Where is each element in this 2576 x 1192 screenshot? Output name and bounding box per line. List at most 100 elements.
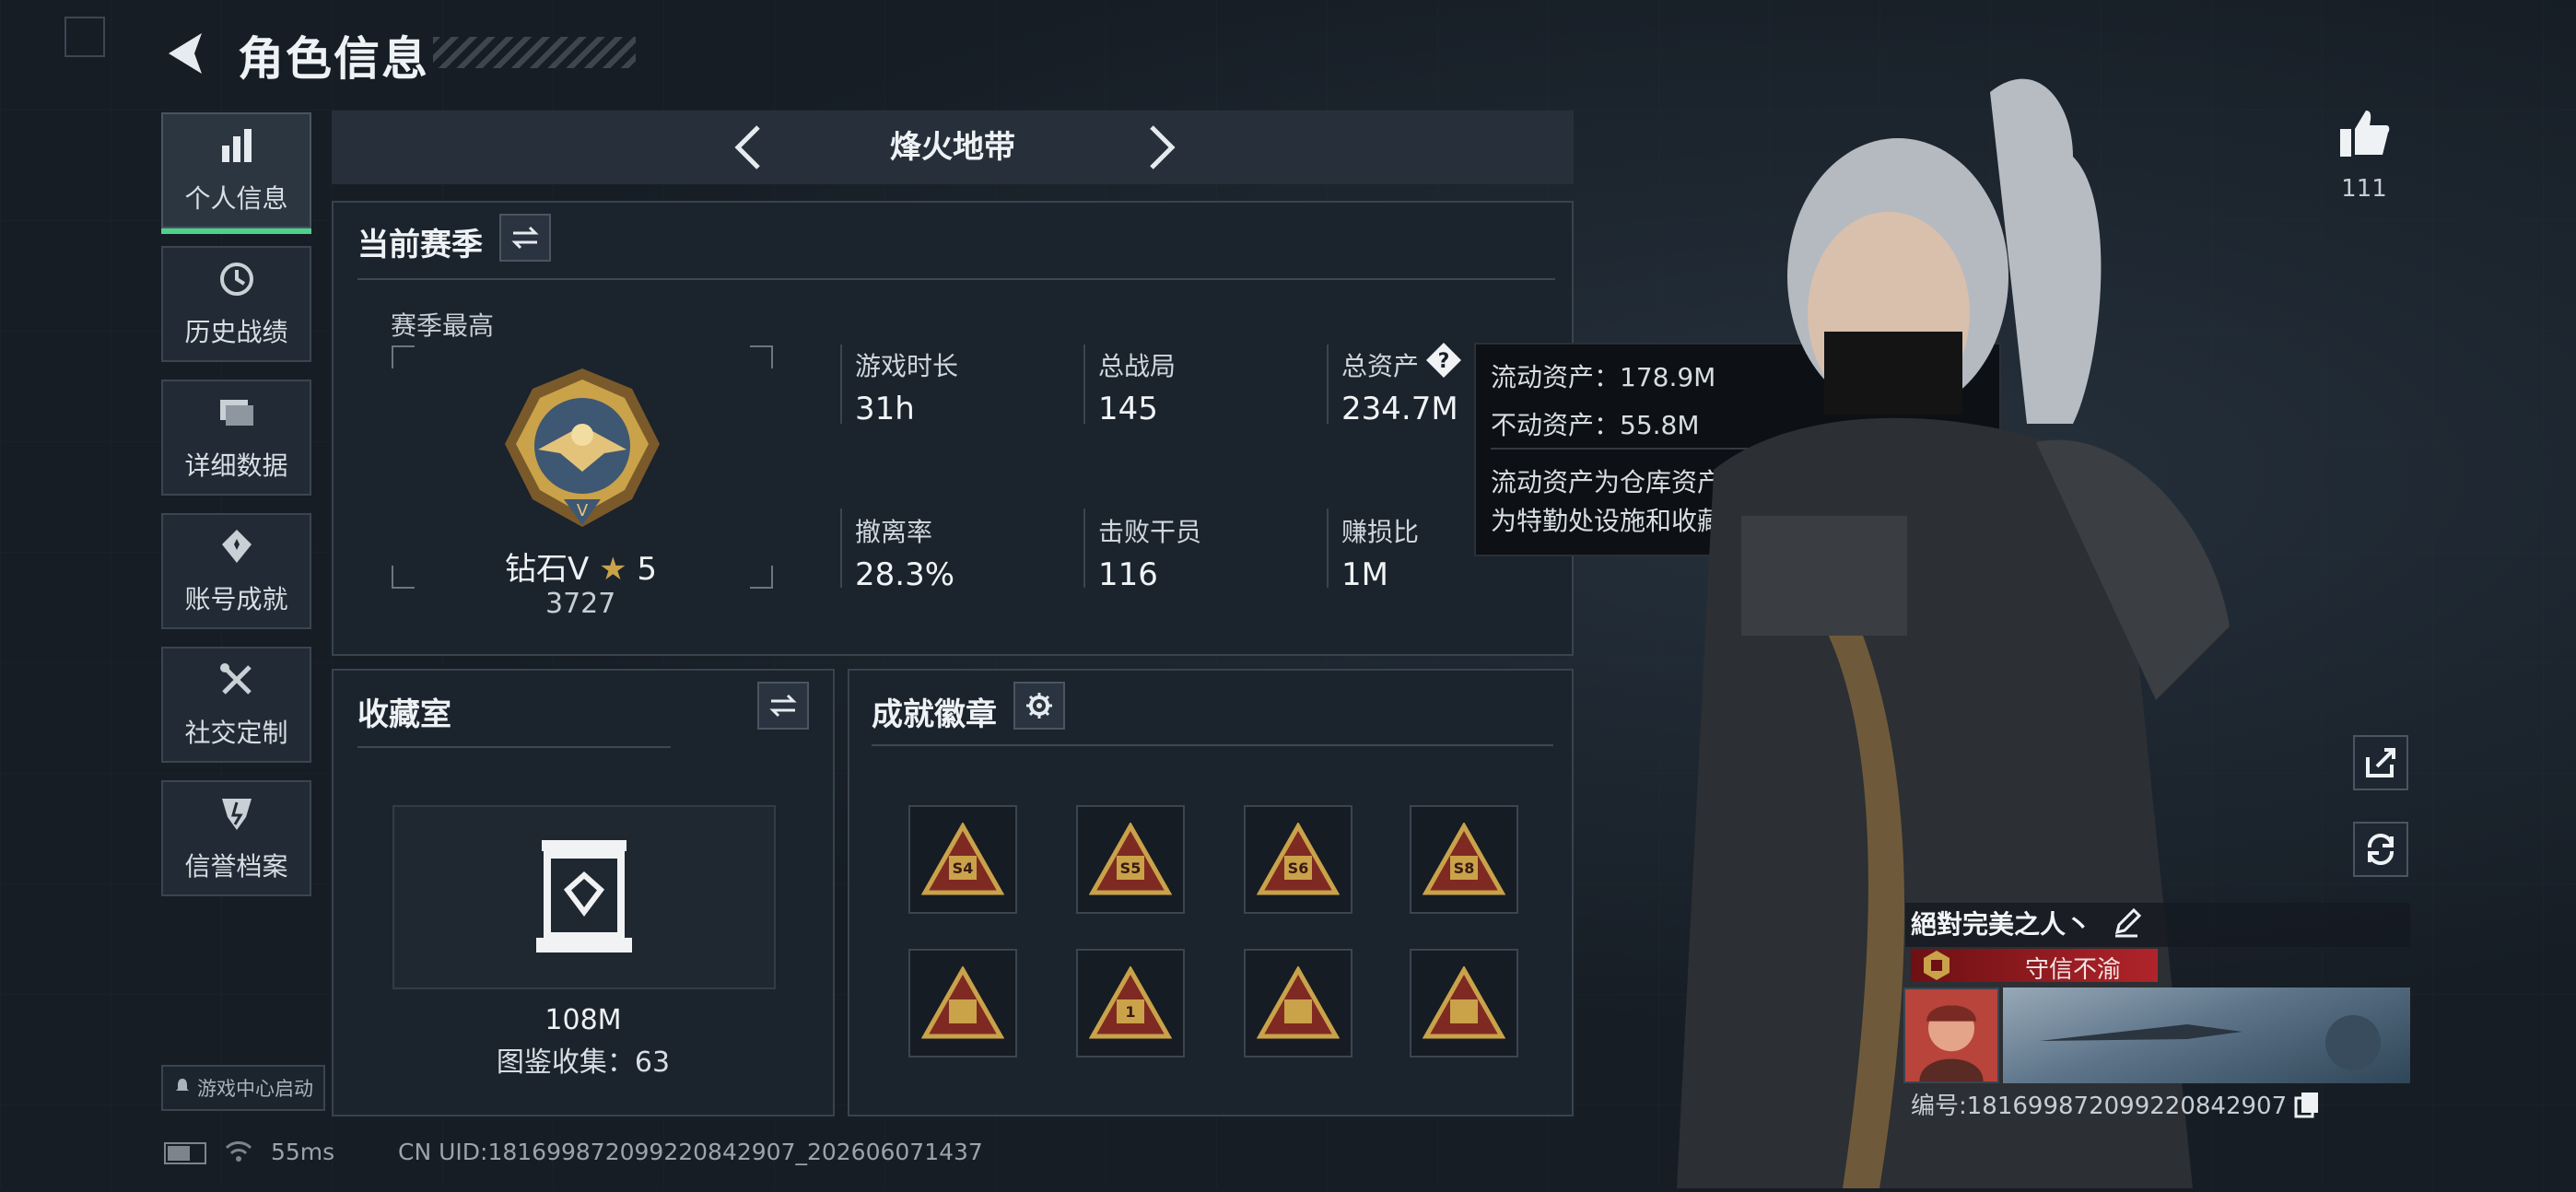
- player-id: 编号:1816998720992208​42907: [1911, 1093, 2288, 1120]
- avatar[interactable]: [1903, 987, 1999, 1083]
- achievement-badge[interactable]: S6: [1244, 805, 1352, 914]
- ping-text: 55ms: [271, 1139, 335, 1165]
- wifi-icon: [225, 1139, 252, 1164]
- divider: [357, 278, 1555, 280]
- rank-medal-icon: V: [494, 361, 671, 538]
- divider: [357, 746, 671, 748]
- sidebar-item-social[interactable]: 社交定制: [161, 647, 311, 763]
- stat-value-profit-ratio: 1M: [1341, 556, 1388, 593]
- swap-icon: [511, 226, 539, 250]
- display-case-icon: [533, 836, 636, 956]
- like-icon[interactable]: [2336, 105, 2392, 160]
- collection-preview[interactable]: [392, 805, 776, 989]
- like-count: 111: [2341, 175, 2387, 203]
- stat-value-playtime: 31h: [855, 391, 915, 427]
- sidebar-item-label: 个人信息: [184, 183, 288, 214]
- collection-value: 108M: [544, 1004, 622, 1036]
- launch-label: 游戏中心启动: [197, 1078, 313, 1100]
- stat-label-kills: 击败干员: [1098, 517, 1202, 547]
- refresh-icon: [2367, 834, 2395, 865]
- stat-label-profit-ratio: 赚损比: [1341, 517, 1420, 547]
- game-center-launch-button[interactable]: 游戏中心启动: [161, 1065, 325, 1111]
- sidebar-item-label: 信誉档案: [184, 851, 288, 882]
- divider: [1083, 345, 1085, 424]
- collection-switch-button[interactable]: [757, 682, 809, 730]
- title-decoration: [433, 37, 636, 68]
- sidebar-item-label: 社交定制: [184, 718, 288, 748]
- achievement-icon: [217, 526, 257, 570]
- edit-icon[interactable]: [2110, 906, 2143, 940]
- collection-count: 图鉴收集：63: [496, 1046, 671, 1079]
- swap-icon: [769, 694, 797, 718]
- chevron-right-icon[interactable]: [1131, 120, 1187, 175]
- stat-label-matches: 总战局: [1098, 351, 1177, 381]
- divider: [840, 345, 842, 424]
- sidebar-item-achievements[interactable]: 账号成就: [161, 513, 311, 629]
- achievement-badge[interactable]: S8: [1410, 805, 1518, 914]
- stat-label-assets: 总资产: [1341, 351, 1420, 381]
- sidebar-item-label: 详细数据: [184, 450, 288, 481]
- bell-icon: [173, 1077, 192, 1100]
- badge-triangle-icon: [921, 966, 1004, 1039]
- achievement-badge[interactable]: S4: [908, 805, 1017, 914]
- chevron-left-icon[interactable]: [723, 120, 779, 175]
- stat-value-assets: 234.7M: [1341, 391, 1458, 427]
- page-title: 角色信息: [238, 32, 429, 86]
- stat-label-playtime: 游戏时长: [855, 351, 959, 381]
- tools-icon: [217, 660, 257, 704]
- achievement-badge[interactable]: [1410, 949, 1518, 1058]
- divider: [872, 744, 1553, 746]
- svg-text:V: V: [577, 501, 589, 520]
- badge-label: S6: [1287, 859, 1309, 877]
- sidebar-item-details[interactable]: 详细数据: [161, 380, 311, 496]
- divider: [840, 508, 842, 588]
- divider: [1327, 508, 1329, 588]
- divider: [1327, 345, 1329, 424]
- title-medal-icon: [1918, 949, 1955, 982]
- badge-triangle-icon: [1257, 966, 1340, 1039]
- help-icon[interactable]: ?: [1424, 341, 1463, 380]
- sidebar-item-reputation[interactable]: 信誉档案: [161, 780, 311, 896]
- rank-stars: 5: [637, 551, 658, 588]
- sidebar-item-label: 历史战绩: [184, 317, 288, 347]
- badge-label: S8: [1453, 859, 1475, 877]
- collection-title: 收藏室: [357, 696, 451, 733]
- achievement-badge[interactable]: [908, 949, 1017, 1058]
- sidebar-item-profile[interactable]: 个人信息: [161, 112, 311, 234]
- corner-decoration: [64, 17, 105, 57]
- share-button[interactable]: [2353, 735, 2408, 790]
- title-badge-text: 守信不渝: [2025, 956, 2122, 984]
- mode-title: 烽火地带: [890, 129, 1015, 166]
- rank-name: 钻石V ★ 5: [505, 543, 657, 589]
- player-name: 絕對完美之人丶: [1911, 909, 2092, 940]
- achievement-badge[interactable]: 1: [1076, 949, 1185, 1058]
- shield-icon: [217, 793, 257, 837]
- folder-icon: [217, 392, 257, 437]
- refresh-button[interactable]: [2353, 822, 2408, 877]
- stat-value-extract-rate: 28.3%: [855, 556, 955, 593]
- gear-icon: [1026, 693, 1052, 719]
- divider: [1083, 508, 1085, 588]
- sidebar-item-label: 账号成就: [184, 584, 288, 614]
- achievement-badge[interactable]: [1244, 949, 1352, 1058]
- achievements-settings-button[interactable]: [1013, 682, 1065, 730]
- badge-label: 1: [1125, 1002, 1136, 1021]
- star-icon: ★: [599, 551, 627, 588]
- rank-name-text: 钻石V: [505, 551, 590, 588]
- season-switch-button[interactable]: [499, 214, 551, 262]
- back-arrow-icon[interactable]: [161, 28, 213, 79]
- badge-label: S4: [952, 859, 974, 877]
- copy-icon[interactable]: [2294, 1091, 2320, 1118]
- stat-value-matches: 145: [1098, 391, 1158, 427]
- achievement-badge[interactable]: S5: [1076, 805, 1185, 914]
- share-icon: [2366, 748, 2395, 777]
- bar-chart-icon: [217, 125, 257, 169]
- badge-triangle-icon: [1423, 966, 1505, 1039]
- sidebar-item-history[interactable]: 历史战绩: [161, 246, 311, 362]
- battery-icon: [164, 1142, 206, 1164]
- svg-text:?: ?: [1438, 350, 1450, 373]
- profile-banner-image[interactable]: [2003, 987, 2410, 1083]
- history-icon: [217, 259, 257, 303]
- season-best-label: 赛季最高: [391, 310, 495, 341]
- stat-label-extract-rate: 撤离率: [855, 517, 933, 547]
